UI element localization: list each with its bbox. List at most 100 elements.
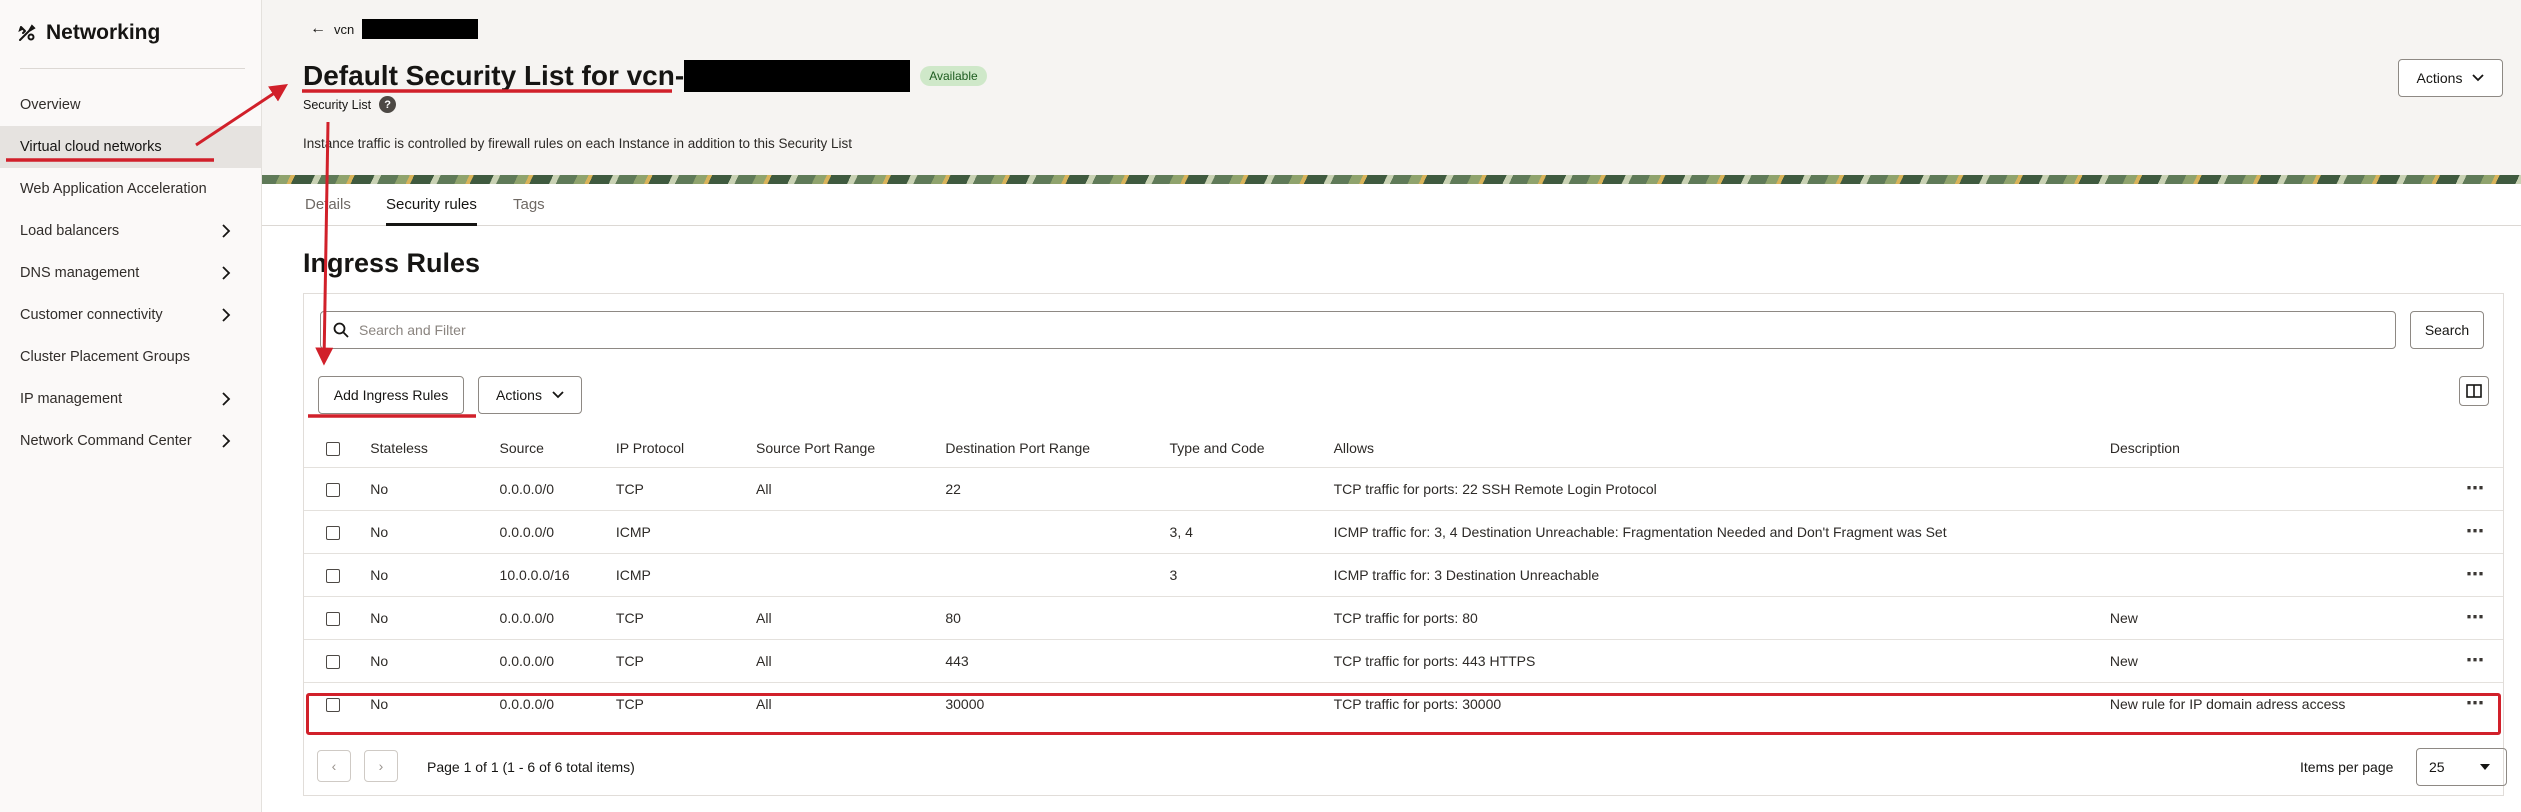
- row-actions-cell: ⋯: [2401, 510, 2503, 553]
- table-cell: New: [2109, 609, 2138, 626]
- table-cell: [756, 553, 945, 596]
- table-cell: 0.0.0.0/0: [499, 480, 555, 497]
- items-per-page-select[interactable]: 25: [2416, 748, 2507, 786]
- sidebar-item-label: Customer connectivity: [20, 307, 163, 323]
- row-checkbox[interactable]: [326, 654, 340, 669]
- row-checkbox[interactable]: [326, 611, 340, 626]
- table-cell: 80: [945, 609, 961, 626]
- table-actions-button[interactable]: Actions: [478, 376, 582, 414]
- sidebar-item[interactable]: Customer connectivity: [0, 294, 261, 336]
- networking-tools-icon: [18, 24, 36, 42]
- table-cell: [945, 553, 1169, 596]
- caret-down-icon: [2480, 764, 2490, 770]
- more-actions-icon[interactable]: ⋯: [2466, 521, 2485, 541]
- page-header: ← vcn Default Security List for vcn- Ava…: [262, 0, 2521, 175]
- sidebar-item[interactable]: Cluster Placement Groups: [0, 336, 261, 378]
- tab-security-rules[interactable]: Security rules: [386, 196, 477, 226]
- resource-type-label: Security List: [303, 97, 372, 112]
- row-checkbox[interactable]: [326, 525, 340, 540]
- more-actions-icon[interactable]: ⋯: [2466, 650, 2485, 670]
- table-cell: TCP traffic for ports: 443 HTTPS: [1333, 652, 1536, 669]
- previous-page-button[interactable]: ‹: [317, 750, 351, 782]
- table-cell: [756, 510, 945, 553]
- chevron-right-icon[interactable]: [217, 264, 235, 282]
- column-header-actions: [2401, 429, 2503, 467]
- table-cell: ICMP: [615, 566, 651, 583]
- search-input[interactable]: [359, 322, 2395, 338]
- table-cell: TCP traffic for ports: 80: [1333, 609, 1478, 626]
- table-row: No 0.0.0.0/0 TCP All 443 TCP traffic for port…: [304, 639, 2503, 682]
- add-ingress-rules-button[interactable]: Add Ingress Rules: [318, 376, 464, 414]
- arrow-left-icon[interactable]: ←: [310, 20, 326, 38]
- chevron-right-icon[interactable]: [217, 306, 235, 324]
- table-cell: [2110, 467, 2401, 510]
- column-header: Description: [2109, 439, 2180, 456]
- row-select-cell: [304, 510, 370, 553]
- row-actions-cell: ⋯: [2401, 467, 2503, 510]
- more-actions-icon[interactable]: ⋯: [2466, 564, 2485, 584]
- table-cell: [1170, 596, 1334, 639]
- search-icon: [333, 322, 349, 338]
- table-cell: TCP: [615, 652, 644, 669]
- tab-details[interactable]: Details: [305, 196, 351, 226]
- decorative-banner: [262, 175, 2521, 184]
- next-page-button[interactable]: ›: [364, 750, 398, 782]
- table-cell: 0.0.0.0/0: [499, 523, 555, 540]
- tab-tags[interactable]: Tags: [513, 196, 545, 226]
- chevron-down-icon: [552, 391, 564, 399]
- table-cell: New: [2109, 652, 2138, 669]
- table-cell: No: [370, 652, 389, 669]
- table-cell: No: [370, 609, 389, 626]
- table-cell: [1170, 639, 1334, 682]
- search-field[interactable]: [320, 311, 2396, 349]
- info-text: Instance traffic is controlled by firewa…: [303, 136, 853, 151]
- chevron-right-icon: ›: [378, 758, 384, 774]
- column-header: Source: [499, 439, 544, 456]
- more-actions-icon[interactable]: ⋯: [2466, 607, 2485, 627]
- table-cell: ICMP: [615, 523, 651, 540]
- chevron-right-icon[interactable]: [217, 390, 235, 408]
- sidebar-item-label: Network Command Center: [20, 433, 192, 449]
- items-per-page-value: 25: [2429, 759, 2445, 775]
- subtitle-row: Security List ?: [303, 96, 397, 113]
- main-content: ← vcn Default Security List for vcn- Ava…: [262, 0, 2521, 812]
- table-cell: TCP: [615, 480, 644, 497]
- back-link-label[interactable]: vcn: [334, 22, 354, 37]
- sidebar-divider: [20, 68, 245, 69]
- highlighted-row-frame: [306, 693, 2501, 735]
- row-actions-cell: ⋯: [2401, 553, 2503, 596]
- select-all-checkbox[interactable]: [326, 441, 340, 456]
- sidebar-item[interactable]: Web Application Acceleration: [0, 168, 261, 210]
- sidebar-item[interactable]: DNS management: [0, 252, 261, 294]
- column-toggle-button[interactable]: [2459, 376, 2489, 406]
- table-cell: 3, 4: [1169, 523, 1193, 540]
- sidebar-title: Networking: [46, 21, 161, 44]
- table-row: No 0.0.0.0/0 TCP All 22 TCP traffic for ports…: [304, 467, 2503, 510]
- more-actions-icon[interactable]: ⋯: [2466, 478, 2485, 498]
- column-header: IP Protocol: [615, 439, 685, 456]
- table-cell: All: [756, 480, 772, 497]
- sidebar-item[interactable]: IP management: [0, 378, 261, 420]
- tab-bar: Details Security rules Tags: [262, 184, 2521, 226]
- sidebar-item-label: DNS management: [20, 265, 140, 281]
- row-checkbox[interactable]: [326, 568, 340, 583]
- sidebar-item[interactable]: Network Command Center: [0, 420, 261, 462]
- search-button[interactable]: Search: [2410, 311, 2484, 349]
- table-row: No 10.0.0.0/16 ICMP 3 ICMP traffic for: 3 De…: [304, 553, 2503, 596]
- table-cell: 22: [945, 480, 961, 497]
- row-select-cell: [304, 596, 370, 639]
- page-root: Networking Overview Virtual cloud network…: [0, 0, 2521, 812]
- title-row: Default Security List for vcn- Available: [303, 58, 987, 94]
- sidebar-item[interactable]: Virtual cloud networks: [0, 126, 261, 168]
- header-select-cell: [304, 429, 370, 467]
- breadcrumb-back[interactable]: ← vcn: [310, 18, 479, 40]
- chevron-right-icon[interactable]: [217, 432, 235, 450]
- help-icon[interactable]: ?: [379, 96, 397, 113]
- sidebar-item[interactable]: Load balancers: [0, 210, 261, 252]
- sidebar-nav: Overview Virtual cloud networks Web Applic…: [0, 84, 261, 462]
- actions-button[interactable]: Actions: [2398, 59, 2503, 97]
- row-checkbox[interactable]: [326, 482, 340, 497]
- table-cell: 10.0.0.0/16: [499, 566, 570, 583]
- sidebar-item[interactable]: Overview: [0, 84, 261, 126]
- chevron-right-icon[interactable]: [217, 222, 235, 240]
